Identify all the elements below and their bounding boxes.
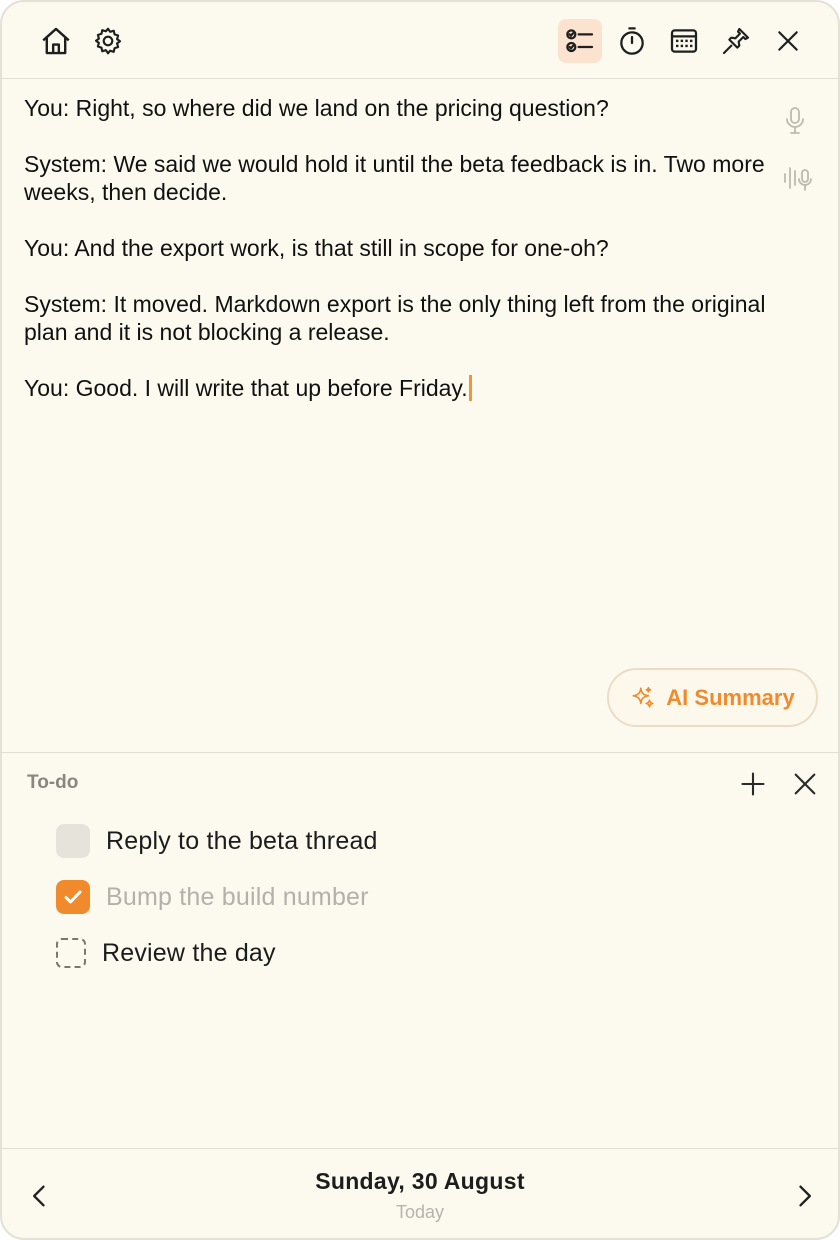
footer-divider	[2, 1148, 838, 1149]
waveform-mic-icon	[784, 167, 812, 191]
todo-item[interactable]: Bump the build number	[56, 879, 369, 915]
relative-date: Today	[395, 1202, 445, 1222]
todo-item-label: Reply to the beta thread	[106, 826, 378, 855]
todo-checkbox[interactable]	[56, 824, 90, 858]
toolbar	[2, 2, 838, 79]
stopwatch-icon	[620, 27, 644, 55]
voice-input-button[interactable]	[782, 162, 816, 194]
pin-button[interactable]	[714, 19, 758, 63]
ai-summary-label: AI Summary	[666, 684, 795, 710]
todo-item[interactable]: Reply to the beta thread	[56, 823, 378, 859]
todo-toggle-button[interactable]	[558, 19, 602, 63]
todo-item-label: Bump the build number	[106, 882, 369, 911]
todo-title: To-do	[27, 772, 79, 793]
todo-checkbox-placeholder[interactable]	[56, 938, 86, 968]
sparkle-icon	[632, 686, 654, 707]
todo-item-new[interactable]: Review the day	[56, 935, 276, 971]
chevron-right-icon	[799, 1185, 811, 1207]
home-button[interactable]	[34, 19, 78, 63]
transcript-line: System: It moved. Markdown export is the…	[24, 291, 766, 345]
todo-checkbox-checked[interactable]	[56, 880, 90, 914]
next-day-button[interactable]	[790, 1182, 818, 1210]
settings-button[interactable]	[86, 19, 130, 63]
plus-icon	[741, 772, 765, 796]
calendar-icon	[670, 29, 698, 53]
section-divider	[2, 752, 838, 753]
close-window-button[interactable]	[766, 19, 810, 63]
mic-button[interactable]	[780, 104, 810, 138]
gear-icon	[94, 27, 122, 55]
transcript-line-text: You: Good. I will write that up before F…	[24, 375, 468, 401]
home-icon	[42, 27, 70, 55]
app-window: You: Right, so where did we land on the …	[0, 0, 840, 1240]
current-date: Sunday, 30 August	[315, 1168, 525, 1194]
close-todo-button[interactable]	[791, 770, 819, 798]
timer-button[interactable]	[610, 19, 654, 63]
todo-item-label: Review the day	[102, 938, 276, 967]
transcript-line: You: Right, so where did we land on the …	[24, 95, 609, 121]
transcript-line: You: And the export work, is that still …	[24, 235, 609, 261]
microphone-icon	[786, 107, 804, 134]
pin-icon	[722, 27, 750, 55]
transcript-editor[interactable]: You: Right, so where did we land on the …	[24, 94, 804, 430]
transcript-line: System: We said we would hold it until t…	[24, 151, 765, 205]
text-caret	[468, 375, 472, 401]
checklist-icon	[566, 29, 594, 53]
checkmark-icon	[64, 890, 82, 904]
add-todo-button[interactable]	[739, 770, 767, 798]
ai-summary-button[interactable]: AI Summary	[607, 668, 818, 727]
close-icon	[778, 31, 798, 51]
transcript-line-last: You: Good. I will write that up before F…	[24, 374, 804, 402]
close-icon	[794, 773, 816, 795]
calendar-button[interactable]	[662, 19, 706, 63]
